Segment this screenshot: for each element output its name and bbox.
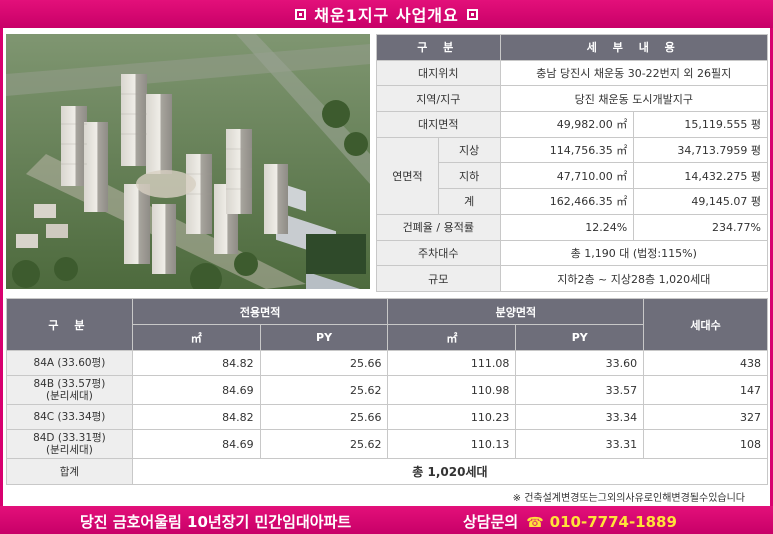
site-area-m2: 49,982.00 ㎡ — [499, 111, 635, 138]
gfa-sum-m2: 162,466.35 ㎡ — [499, 188, 635, 215]
floor-area-ratio: 234.77% — [633, 213, 768, 241]
footer-project-name: 당진 금호어울림 10년장기 민간임대아파트 — [80, 513, 352, 531]
exclusive-m2: 84.82 — [131, 350, 261, 376]
aerial-rendering-image — [6, 34, 370, 289]
exclusive-py: 25.62 — [259, 375, 389, 405]
supply-m2: 110.98 — [387, 375, 517, 405]
location-value: 충남 당진시 채운동 30-22번지 외 26필지 — [499, 59, 769, 87]
supply-area-header: 분양면적 — [387, 298, 645, 325]
disclaimer-note: ※ 건축설계변경또는그외의사유로인해변경될수있습니다 — [512, 493, 745, 504]
supply-py: 33.31 — [515, 429, 645, 459]
households: 438 — [643, 350, 768, 376]
total-value: 총 1,020세대 — [131, 458, 769, 485]
total-label: 합계 — [6, 458, 133, 485]
footer-bar: 당진 금호어울림 10년장기 민간임대아파트 상담문의 ☎ 010-7774-188… — [0, 506, 773, 534]
supply-m2: 110.23 — [387, 404, 517, 430]
exclusive-py-header: PY — [259, 324, 389, 351]
supply-py: 33.34 — [515, 404, 645, 430]
exclusive-m2-header: ㎡ — [131, 324, 261, 351]
table-row: 84B (33.57평) (분리세대) 84.69 25.62 110.98 33… — [6, 375, 768, 405]
exclusive-m2: 84.82 — [131, 404, 261, 430]
phone-icon: ☎ — [526, 515, 544, 531]
ratio-label: 건폐율 / 용적률 — [376, 213, 501, 241]
unit-header-category: 구 분 — [6, 298, 133, 351]
exclusive-py: 25.62 — [259, 429, 389, 459]
unit-type: 84A (33.60평) — [6, 350, 133, 376]
supply-m2: 111.08 — [387, 350, 517, 376]
above-ground-py: 34,713.7959 평 — [633, 136, 768, 164]
households: 327 — [643, 404, 768, 430]
spec-header-detail: 세 부 내 용 — [499, 34, 769, 61]
location-label: 대지위치 — [376, 59, 501, 87]
gfa-sum-py: 49,145.07 평 — [633, 188, 768, 215]
parking-value: 총 1,190 대 (법정:115%) — [499, 239, 769, 267]
page-title: 채운1지구 사업개요 — [314, 6, 459, 25]
exclusive-py: 25.66 — [259, 350, 389, 376]
unit-type: 84D (33.31평) (분리세대) — [6, 429, 133, 459]
unit-type-table: 구 분 전용면적 분양면적 세대수 ㎡ PY ㎡ PY 84A (33.60평)… — [6, 298, 769, 485]
district-label: 지역/지구 — [376, 85, 501, 113]
households-header: 세대수 — [643, 298, 768, 351]
square-bullet-icon — [295, 8, 307, 20]
supply-py: 33.57 — [515, 375, 645, 405]
site-area-py: 15,119.555 평 — [633, 111, 768, 138]
unit-type: 84C (33.34평) — [6, 404, 133, 430]
phone-number-link[interactable]: 010-7774-1889 — [550, 513, 677, 531]
contact-label: 상담문의 — [463, 513, 519, 531]
supply-py: 33.60 — [515, 350, 645, 376]
households: 108 — [643, 429, 768, 459]
title-bar: 채운1지구 사업개요 — [0, 0, 773, 28]
site-area-label: 대지면적 — [376, 111, 501, 138]
table-row: 84A (33.60평) 84.82 25.66 111.08 33.60 43… — [6, 350, 768, 376]
square-bullet-icon — [466, 8, 478, 20]
total-row: 합계 총 1,020세대 — [6, 458, 769, 485]
project-spec-table: 구 분 세 부 내 용 대지위치 충남 당진시 채운동 30-22번지 외 26… — [376, 34, 769, 292]
below-ground-py: 14,432.275 평 — [633, 162, 768, 190]
exclusive-area-header: 전용면적 — [131, 298, 389, 325]
scale-label: 규모 — [376, 265, 501, 292]
below-ground-label: 지하 — [437, 162, 501, 190]
scale-value: 지하2층 ~ 지상28층 1,020세대 — [499, 265, 769, 292]
table-row: 84D (33.31평) (분리세대) 84.69 25.62 110.13 33… — [6, 429, 768, 459]
exclusive-py: 25.66 — [259, 404, 389, 430]
exclusive-m2: 84.69 — [131, 375, 261, 405]
above-ground-label: 지상 — [437, 136, 501, 164]
exclusive-m2: 84.69 — [131, 429, 261, 459]
gfa-sum-label: 계 — [437, 188, 501, 215]
supply-py-header: PY — [515, 324, 645, 351]
coverage-ratio: 12.24% — [499, 213, 635, 241]
table-row: 84C (33.34평) 84.82 25.66 110.23 33.34 32… — [6, 404, 768, 430]
supply-m2-header: ㎡ — [387, 324, 517, 351]
contact: 상담문의 ☎ 010-7774-1889 — [463, 511, 677, 532]
households: 147 — [643, 375, 768, 405]
parking-label: 주차대수 — [376, 239, 501, 267]
supply-m2: 110.13 — [387, 429, 517, 459]
spec-header-category: 구 분 — [376, 34, 501, 61]
below-ground-m2: 47,710.00 ㎡ — [499, 162, 635, 190]
above-ground-m2: 114,756.35 ㎡ — [499, 136, 635, 164]
unit-type: 84B (33.57평) (분리세대) — [6, 375, 133, 405]
district-value: 당진 채운동 도시개발지구 — [499, 85, 769, 113]
gfa-label: 연면적 — [376, 136, 439, 215]
